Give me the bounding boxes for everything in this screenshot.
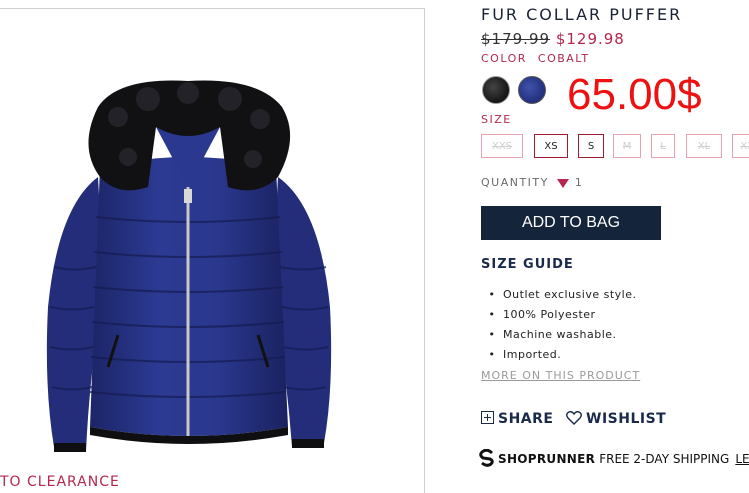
swatch-black[interactable] — [482, 76, 510, 104]
shoprunner-name: SHOPRUNNER — [498, 452, 596, 466]
color-label-text: COLOR — [481, 52, 527, 65]
list-item: Imported. — [481, 347, 636, 367]
shipping-text: FREE 2-DAY SHIPPING — [599, 452, 730, 466]
swatch-cobalt[interactable] — [518, 76, 546, 104]
feature-list: Outlet exclusive style. 100% Polyester M… — [481, 287, 636, 367]
product-title: FUR COLLAR PUFFER — [481, 5, 683, 24]
dropdown-arrow-icon[interactable] — [556, 178, 569, 188]
size-l[interactable]: L — [651, 134, 675, 158]
wishlist-button[interactable]: WISHLIST — [566, 411, 666, 427]
selected-color: COBALT — [537, 52, 590, 65]
size-xxl[interactable]: XXL — [732, 134, 749, 158]
product-image[interactable] — [38, 67, 338, 467]
product-image-panel — [0, 8, 425, 493]
size-xxs[interactable]: XXS — [481, 134, 523, 158]
sale-price: $129.98 — [555, 30, 625, 48]
list-item: 100% Polyester — [481, 307, 636, 327]
size-m[interactable]: M — [613, 134, 641, 158]
size-xl[interactable]: XL — [686, 134, 722, 158]
learn-more-link[interactable]: LE — [735, 452, 749, 466]
list-item: Outlet exclusive style. — [481, 287, 636, 307]
overlay-price: 65.00$ — [567, 70, 702, 119]
size-selector: XXS XS S M L XL XXL — [481, 134, 749, 162]
plus-box-icon — [481, 411, 494, 424]
heart-icon — [566, 411, 582, 425]
size-label: SIZE — [481, 113, 512, 126]
quantity-selector[interactable]: QUANTITY 1 — [481, 176, 583, 189]
quantity-value: 1 — [574, 176, 584, 189]
size-s[interactable]: S — [578, 134, 604, 158]
back-to-clearance-link[interactable]: TO CLEARANCE — [0, 474, 120, 490]
list-item: Machine washable. — [481, 327, 636, 347]
share-label: SHARE — [498, 411, 554, 427]
size-guide-link[interactable]: SIZE GUIDE — [481, 257, 574, 272]
original-price: $179.99 — [481, 30, 551, 48]
quantity-label: QUANTITY — [481, 176, 549, 189]
shoprunner-logo-icon — [479, 449, 494, 467]
share-button[interactable]: SHARE — [481, 411, 553, 427]
price-block: $179.99 $129.98 — [481, 30, 625, 48]
size-xs[interactable]: XS — [534, 134, 568, 158]
color-label: COLOR COBALT — [481, 52, 590, 65]
shoprunner-banner: SHOPRUNNER FREE 2-DAY SHIPPING LE — [479, 449, 749, 467]
add-to-bag-button[interactable]: ADD TO BAG — [481, 206, 661, 240]
more-on-product-link[interactable]: MORE ON THIS PRODUCT — [481, 369, 640, 382]
wishlist-label: WISHLIST — [586, 411, 667, 427]
